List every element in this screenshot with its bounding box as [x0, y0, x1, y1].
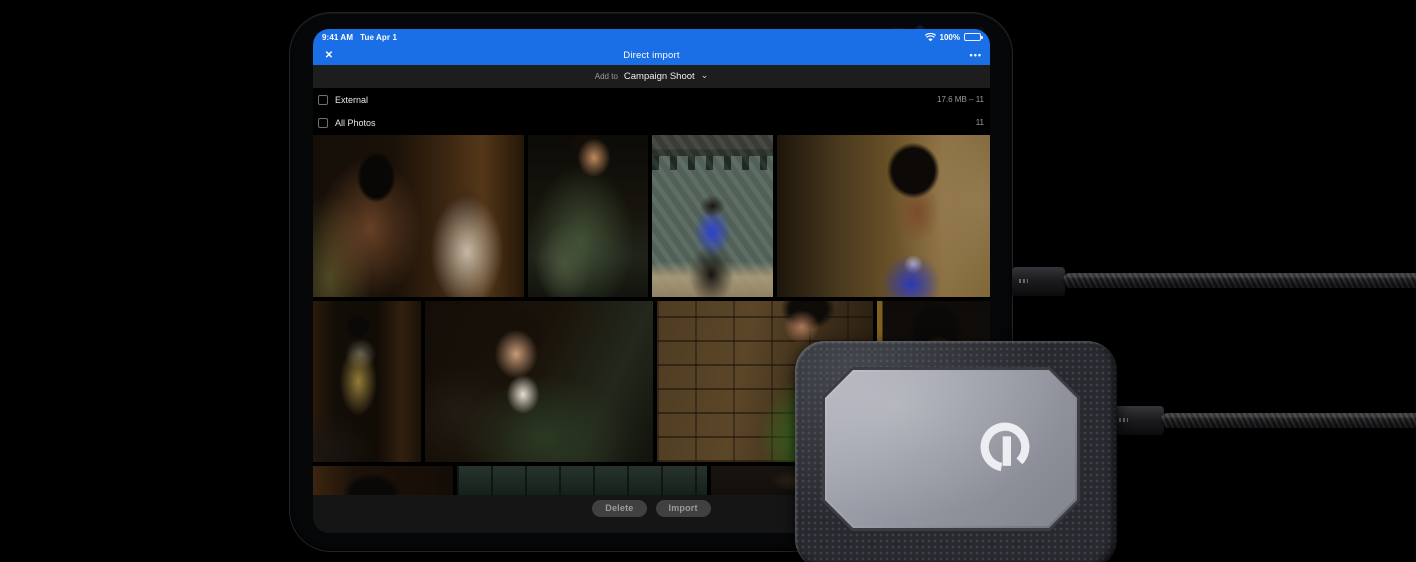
- source-label: External: [335, 94, 369, 105]
- album-selector[interactable]: Campaign Shoot: [624, 71, 695, 82]
- source-row-external: External 17.6 MB – 11: [313, 88, 990, 111]
- photo-thumb-green-leather-coat-looking-up[interactable]: [528, 135, 648, 297]
- drive-metal-plate: [827, 372, 1075, 526]
- photo-thumb-portrait-warm-rocks-blue-jacket[interactable]: [777, 135, 990, 297]
- chevron-down-icon[interactable]: ⌄: [701, 70, 709, 81]
- drive-plate-bevel: [825, 370, 1077, 528]
- battery-full-icon: [964, 33, 983, 41]
- source-list: External 17.6 MB – 11 All Photos 11: [313, 88, 990, 134]
- braided-cable-drive: [1161, 413, 1416, 428]
- photo-thumb-partial-dark-head[interactable]: [313, 466, 453, 495]
- source-checkbox[interactable]: [318, 94, 328, 105]
- status-time: 9:41 AM: [322, 32, 354, 42]
- wifi-icon: [924, 32, 936, 41]
- app-header: ✕ Direct import •••: [313, 45, 990, 65]
- usb-c-connector-ipad: [1012, 267, 1065, 296]
- source-label: All Photos: [335, 117, 376, 128]
- delete-button[interactable]: Delete: [592, 500, 647, 517]
- photo-thumb-standing-mustard-jacket[interactable]: [313, 301, 421, 462]
- battery-percent: 100%: [939, 32, 960, 42]
- scene: 9:41 AM Tue Apr 1 100% ✕ Direct import •…: [0, 0, 1416, 562]
- usb-c-connector-drive: [1112, 406, 1164, 435]
- source-detail: 11: [975, 118, 984, 127]
- add-to-bar: Add to Campaign Shoot ⌄: [313, 65, 990, 88]
- source-checkbox[interactable]: [318, 117, 328, 128]
- more-options-icon[interactable]: •••: [970, 45, 982, 65]
- source-detail: 17.6 MB – 11: [937, 95, 984, 104]
- external-drive: [795, 341, 1117, 562]
- g-technology-logo-icon: [976, 418, 1034, 476]
- source-row-all-photos: All Photos 11: [313, 111, 990, 134]
- import-button[interactable]: Import: [655, 500, 711, 517]
- drive-plate-groove: [822, 367, 1080, 531]
- page-title: Direct import: [623, 49, 680, 61]
- status-date: Tue Apr 1: [360, 32, 397, 42]
- braided-cable-ipad: [1063, 273, 1416, 288]
- add-to-label: Add to: [594, 72, 618, 81]
- status-bar: 9:41 AM Tue Apr 1 100%: [313, 29, 990, 45]
- photo-thumb-reclining-green-jacket-turtleneck[interactable]: [425, 301, 653, 462]
- photo-thumb-men-dark-interior[interactable]: [313, 135, 524, 297]
- photo-thumb-partial-green-door[interactable]: [457, 466, 707, 495]
- connector-logo: [1119, 418, 1128, 422]
- close-icon[interactable]: ✕: [321, 47, 337, 63]
- photo-thumb-blue-sweater-green-shed[interactable]: [652, 135, 773, 297]
- connector-logo: [1019, 279, 1028, 283]
